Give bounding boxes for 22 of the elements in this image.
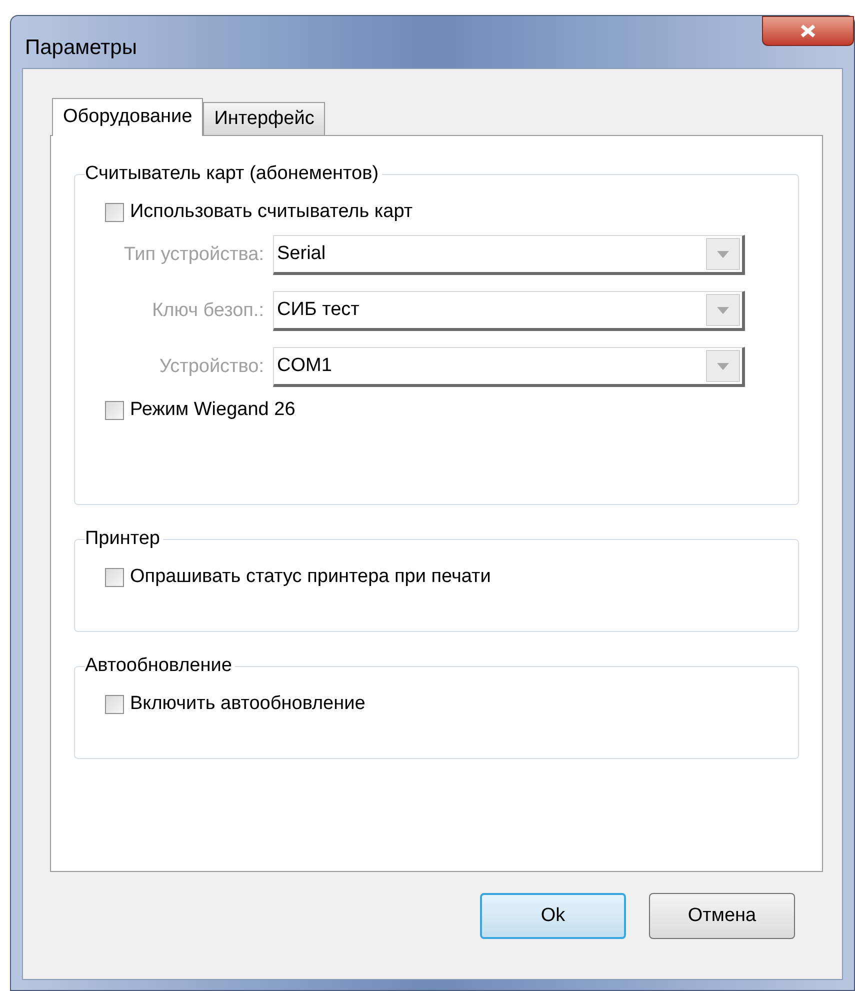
tab[interactable]: Интерфейс bbox=[203, 102, 326, 135]
checkbox-label: Включить автообновление bbox=[130, 692, 366, 716]
tab[interactable]: Оборудование bbox=[52, 98, 204, 136]
close-icon bbox=[799, 24, 817, 38]
field-label: Ключ безоп.: bbox=[151, 298, 265, 323]
checkbox-label: Режим Wiegand 26 bbox=[130, 398, 296, 422]
field-label: Устройство: bbox=[158, 354, 265, 379]
checkbox[interactable] bbox=[105, 568, 124, 586]
checkbox[interactable] bbox=[105, 400, 124, 420]
window-title: Параметры bbox=[25, 35, 137, 61]
close-button[interactable] bbox=[762, 16, 854, 46]
dialog-button[interactable]: Отмена bbox=[649, 893, 795, 939]
field-label: Тип устройства: bbox=[122, 242, 265, 267]
dropdown-value: Serial bbox=[277, 242, 326, 266]
checkbox[interactable] bbox=[105, 202, 124, 222]
checkbox-label: Опрашивать статус принтера при печати bbox=[130, 564, 491, 589]
group-title: Считыватель карт (абонементов) bbox=[85, 162, 382, 186]
checkbox-label: Использовать считыватель карт bbox=[130, 200, 413, 224]
dropdown-value: СИБ тест bbox=[277, 298, 360, 322]
checkbox[interactable] bbox=[105, 694, 124, 714]
dialog-button[interactable]: Ok bbox=[480, 893, 626, 939]
dropdown-value: COM1 bbox=[277, 354, 332, 378]
